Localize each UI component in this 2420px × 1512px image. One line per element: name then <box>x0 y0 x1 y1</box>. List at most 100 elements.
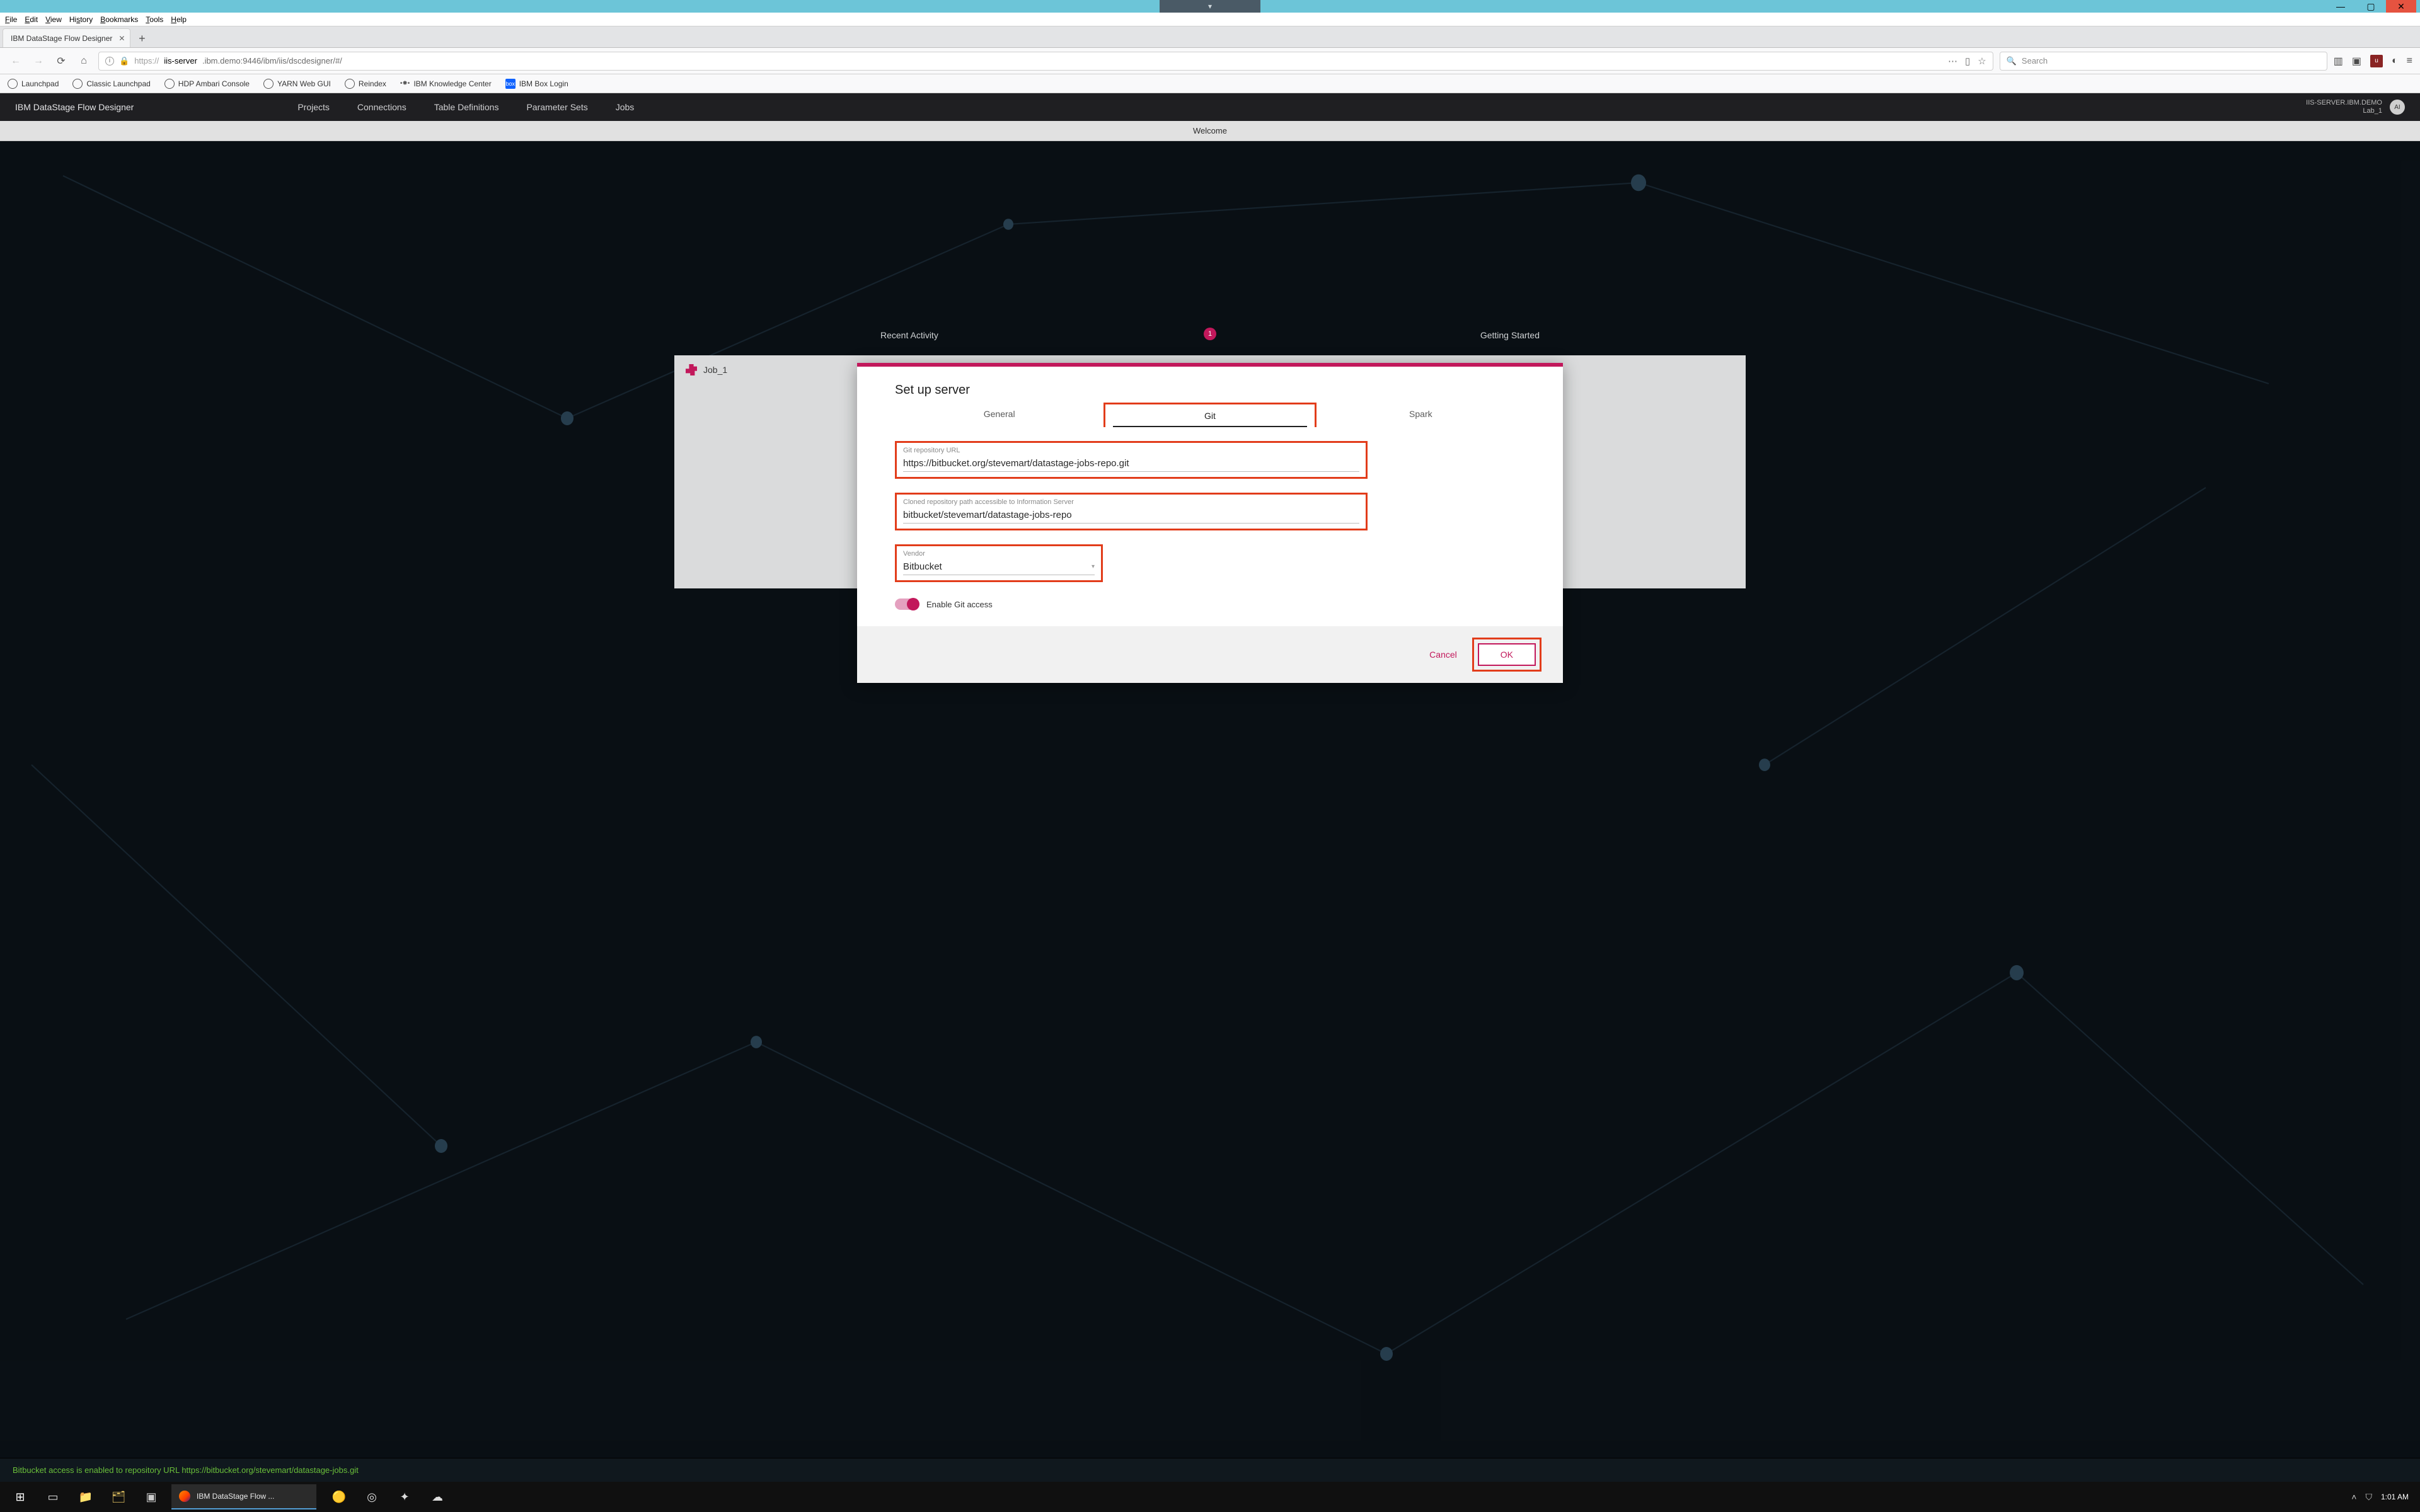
vendor-label: Vendor <box>903 550 1095 558</box>
job-icon <box>686 364 697 375</box>
library-icon[interactable]: ▥ <box>2334 55 2343 67</box>
account-icon[interactable]: ◐ <box>2392 55 2398 67</box>
git-repo-url-input[interactable] <box>903 455 1359 472</box>
server-name: IIS-SERVER.IBM.DEMO <box>2306 99 2382 107</box>
menu-view[interactable]: View <box>45 15 62 24</box>
bookmark-ibm-box-login[interactable]: boxIBM Box Login <box>505 79 568 89</box>
bookmarks-bar: Launchpad Classic Launchpad HDP Ambari C… <box>0 74 2420 93</box>
enable-git-toggle[interactable] <box>895 598 919 610</box>
cloned-path-field: Cloned repository path accessible to Inf… <box>895 493 1368 530</box>
taskbar-clock[interactable]: 1:01 AM <box>2381 1492 2409 1501</box>
bookmark-label: IBM Box Login <box>519 79 568 88</box>
taskbar-app-2[interactable]: 🗂 <box>103 1484 134 1509</box>
globe-icon <box>345 79 355 89</box>
nav-table-definitions[interactable]: Table Definitions <box>434 102 499 112</box>
status-bar: Bitbucket access is enabled to repositor… <box>0 1458 2420 1482</box>
taskbar-app-5[interactable]: ◎ <box>357 1484 387 1509</box>
nav-jobs[interactable]: Jobs <box>616 102 635 112</box>
globe-icon <box>72 79 83 89</box>
taskbar-active-title: IBM DataStage Flow ... <box>197 1492 274 1501</box>
git-repo-url-label: Git repository URL <box>903 447 1359 454</box>
browser-navbar: ← → ⟳ ⌂ i 🔒 https://iis-server.ibm.demo:… <box>0 48 2420 74</box>
taskbar-app-7[interactable]: ☁ <box>422 1484 452 1509</box>
app-nav: Projects Connections Table Definitions P… <box>297 102 634 112</box>
taskbar-app-6[interactable]: ✦ <box>389 1484 420 1509</box>
url-path: .ibm.demo:9446/ibm/iis/dscdesigner/#/ <box>202 56 342 66</box>
window-minimize-button[interactable]: — <box>2325 0 2356 13</box>
browser-search-input[interactable]: 🔍 Search <box>2000 52 2327 71</box>
start-button[interactable]: ⊞ <box>5 1484 35 1509</box>
hamburger-menu-icon[interactable]: ≡ <box>2407 55 2412 67</box>
bookmark-label: Classic Launchpad <box>86 79 150 88</box>
new-tab-button[interactable]: + <box>133 30 151 47</box>
tab-close-icon[interactable]: ✕ <box>118 34 125 43</box>
info-icon[interactable]: i <box>105 57 114 66</box>
browser-tab[interactable]: IBM DataStage Flow Designer ✕ <box>3 28 130 47</box>
menu-help[interactable]: Help <box>171 15 187 24</box>
kc-icon: •✸• <box>400 80 410 87</box>
recent-activity-label: Recent Activity <box>880 330 938 340</box>
bookmark-label: HDP Ambari Console <box>178 79 250 88</box>
status-message: Bitbucket access is enabled to repositor… <box>13 1465 359 1475</box>
bookmark-classic-launchpad[interactable]: Classic Launchpad <box>72 79 150 89</box>
taskbar-app-3[interactable]: ▣ <box>136 1484 166 1509</box>
reader-icon[interactable]: ▯ <box>1965 55 1970 67</box>
menu-file[interactable]: File <box>5 15 17 24</box>
taskbar-chrome[interactable]: 🟡 <box>324 1484 354 1509</box>
tray-chevron-icon[interactable]: ˄ <box>2351 1492 2356 1502</box>
ublock-icon[interactable]: u <box>2370 55 2383 67</box>
job-name: Job_1 <box>703 365 727 375</box>
bookmark-label: YARN Web GUI <box>277 79 331 88</box>
vendor-select[interactable]: Bitbucket ▾ <box>903 559 1095 575</box>
bookmark-launchpad[interactable]: Launchpad <box>8 79 59 89</box>
menu-edit[interactable]: Edit <box>25 15 38 24</box>
bookmark-star-icon[interactable]: ☆ <box>1978 55 1986 67</box>
bookmark-yarn-web-gui[interactable]: YARN Web GUI <box>263 79 331 89</box>
sidebar-icon[interactable]: ▣ <box>2352 55 2361 67</box>
modal-footer: Cancel OK <box>857 626 1563 683</box>
task-view-button[interactable]: ▭ <box>38 1484 68 1509</box>
nav-forward-button[interactable]: → <box>30 53 47 69</box>
nav-home-button[interactable]: ⌂ <box>76 53 92 69</box>
nav-projects[interactable]: Projects <box>297 102 330 112</box>
cloned-path-input[interactable] <box>903 507 1359 524</box>
welcome-banner: Welcome <box>0 121 2420 141</box>
bookmark-label: IBM Knowledge Center <box>413 79 491 88</box>
taskbar-active-app[interactable]: IBM DataStage Flow ... <box>171 1484 316 1509</box>
globe-icon <box>164 79 175 89</box>
ok-button[interactable]: OK <box>1478 643 1536 666</box>
bookmark-label: Reindex <box>359 79 386 88</box>
bookmark-ibm-knowledge-center[interactable]: •✸•IBM Knowledge Center <box>400 79 492 88</box>
tray-network-icon[interactable]: ⛉ <box>2365 1492 2372 1503</box>
browser-tab-title: IBM DataStage Flow Designer <box>11 34 112 43</box>
search-placeholder: Search <box>2022 56 2048 66</box>
taskbar-app-1[interactable]: 📁 <box>71 1484 101 1509</box>
cancel-button[interactable]: Cancel <box>1429 650 1457 660</box>
titlebar-handle[interactable]: ▾ <box>1160 0 1260 13</box>
tab-git[interactable]: Git <box>1103 403 1316 427</box>
menu-tools[interactable]: Tools <box>146 15 163 24</box>
avatar[interactable]: AI <box>2390 100 2405 115</box>
globe-icon <box>263 79 274 89</box>
nav-reload-button[interactable]: ⟳ <box>53 53 69 69</box>
browser-tabstrip: IBM DataStage Flow Designer ✕ + <box>0 26 2420 48</box>
menu-bookmarks[interactable]: Bookmarks <box>100 15 138 24</box>
url-more-icon[interactable]: ⋯ <box>1948 55 1957 67</box>
menu-history[interactable]: History <box>69 15 93 24</box>
bookmark-hdp-ambari[interactable]: HDP Ambari Console <box>164 79 250 89</box>
bookmark-reindex[interactable]: Reindex <box>345 79 386 89</box>
nav-connections[interactable]: Connections <box>357 102 406 112</box>
nav-back-button[interactable]: ← <box>8 53 24 69</box>
browser-menubar: File Edit View History Bookmarks Tools H… <box>0 13 2420 26</box>
nav-parameter-sets[interactable]: Parameter Sets <box>526 102 587 112</box>
app-header: IBM DataStage Flow Designer Projects Con… <box>0 93 2420 121</box>
window-maximize-button[interactable]: ▢ <box>2356 0 2386 13</box>
tab-general[interactable]: General <box>895 403 1103 427</box>
enable-git-label: Enable Git access <box>926 600 993 609</box>
windows-taskbar: ⊞ ▭ 📁 🗂 ▣ IBM DataStage Flow ... 🟡 ◎ ✦ ☁… <box>0 1482 2420 1512</box>
search-icon: 🔍 <box>2007 56 2017 66</box>
tab-spark[interactable]: Spark <box>1317 403 1525 427</box>
url-input[interactable]: i 🔒 https://iis-server.ibm.demo:9446/ibm… <box>98 52 1993 71</box>
window-titlebar: ▾ — ▢ ✕ <box>0 0 2420 13</box>
window-close-button[interactable]: ✕ <box>2386 0 2416 13</box>
